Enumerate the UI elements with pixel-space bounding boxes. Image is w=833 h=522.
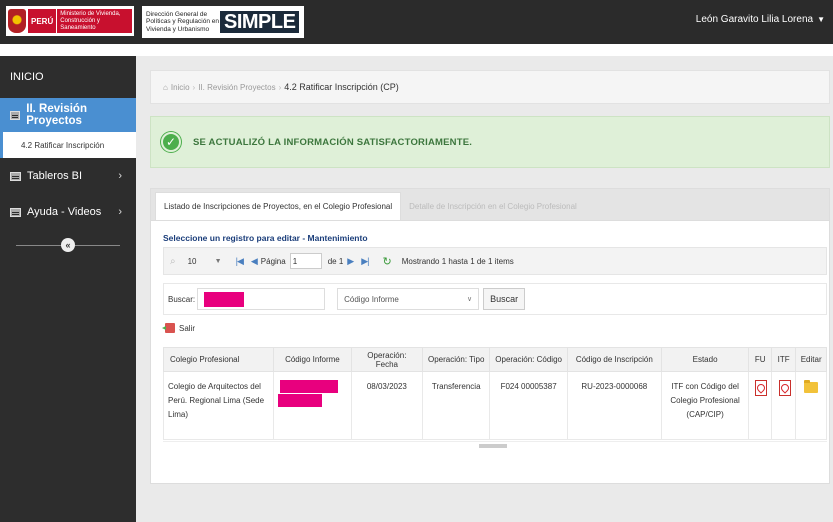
caret-down-icon: ▼ bbox=[817, 15, 825, 24]
exit-button[interactable]: Salir bbox=[162, 323, 196, 333]
column-header[interactable]: Código Informe bbox=[273, 347, 352, 372]
list-icon bbox=[10, 207, 21, 217]
main-content: ⌂ Inicio › II. Revisión Proyectos › 4.2 … bbox=[136, 56, 833, 522]
breadcrumb-separator: › bbox=[278, 82, 282, 92]
sidebar-item-label: Ayuda - Videos bbox=[27, 206, 102, 218]
breadcrumb-home[interactable]: Inicio bbox=[171, 83, 190, 92]
pdf-icon[interactable] bbox=[778, 380, 791, 396]
column-header[interactable]: Operación: Fecha bbox=[350, 347, 424, 372]
sidebar-item-inicio[interactable]: INICIO bbox=[0, 56, 136, 98]
page-size-select[interactable]: 10 ▼ bbox=[188, 257, 222, 266]
search-field-select[interactable]: Código Informe ∨ bbox=[337, 288, 480, 310]
sidebar-item-tableros-bi[interactable]: Tableros BI › bbox=[0, 158, 136, 194]
ministry-name: Ministerio de Vivienda, Construcción y S… bbox=[57, 9, 132, 33]
redaction-mark bbox=[204, 292, 245, 307]
table-header-row: Colegio Profesional Código Informe Opera… bbox=[162, 347, 827, 372]
exit-label: Salir bbox=[179, 323, 196, 333]
peru-label: PERÚ bbox=[28, 9, 57, 33]
cell-fu bbox=[748, 371, 772, 440]
app-name: SIMPLE bbox=[220, 11, 300, 33]
cell-op-codigo: F024 00005387 bbox=[489, 371, 568, 440]
cell-itf bbox=[770, 371, 797, 440]
redaction-mark bbox=[278, 394, 323, 407]
column-header[interactable]: ITF bbox=[770, 347, 797, 372]
chevron-right-icon: › bbox=[118, 170, 122, 182]
success-alert: ✓ SE ACTUALIZÓ LA INFORMACIÓN SATISFACTO… bbox=[150, 116, 830, 168]
sidebar-item-ayuda-videos[interactable]: Ayuda - Videos › bbox=[0, 194, 136, 230]
folder-icon[interactable] bbox=[804, 380, 819, 393]
coat-of-arms-icon bbox=[8, 9, 26, 33]
breadcrumb-current: 4.2 Ratificar Inscripción (CP) bbox=[284, 82, 399, 92]
chevron-down-icon: ∨ bbox=[467, 296, 473, 303]
page-label: Página bbox=[260, 256, 286, 266]
cell-tipo: Transferencia bbox=[422, 371, 491, 440]
refresh-icon[interactable]: ↻ bbox=[382, 255, 391, 268]
sidebar-collapse: « bbox=[0, 230, 136, 260]
column-header[interactable]: Editar bbox=[795, 347, 827, 372]
user-name: León Garavito Lilia Lorena bbox=[695, 14, 814, 25]
direction-name: Dirección General de Políticas y Regulac… bbox=[146, 10, 219, 33]
search-field-value: Código Informe bbox=[344, 294, 399, 304]
page-input[interactable]: 1 bbox=[289, 253, 322, 269]
check-icon: ✓ bbox=[161, 132, 181, 152]
cell-cod-inscripcion: RU-2023-0000068 bbox=[566, 371, 662, 440]
scrollbar-thumb[interactable] bbox=[479, 444, 507, 448]
column-header[interactable]: Colegio Profesional bbox=[162, 347, 275, 372]
first-page-icon[interactable]: |◀ bbox=[236, 256, 244, 267]
showing-text: Mostrando 1 hasta 1 de 1 items bbox=[401, 256, 514, 266]
list-icon bbox=[10, 171, 21, 181]
table-row[interactable]: Colegio de Arquitectos del Perú. Regiona… bbox=[162, 371, 827, 440]
breadcrumb-separator: › bbox=[192, 82, 196, 92]
records-table: Colegio Profesional Código Informe Opera… bbox=[162, 347, 827, 440]
column-header[interactable]: Operación: Tipo bbox=[422, 347, 491, 372]
column-header[interactable]: FU bbox=[748, 347, 772, 372]
top-bar: PERÚ Ministerio de Vivienda, Construcció… bbox=[0, 0, 833, 44]
collapse-sidebar-button[interactable]: « bbox=[61, 238, 75, 252]
tab-detalle[interactable]: Detalle de Inscripción en el Colegio Pro… bbox=[401, 192, 585, 220]
user-menu[interactable]: León Garavito Lilia Lorena ▼ bbox=[696, 14, 825, 25]
cell-estado: ITF con Código del Colegio Profesional (… bbox=[660, 371, 750, 440]
home-icon[interactable]: ⌂ bbox=[163, 83, 168, 92]
tab-bar: Listado de Inscripciones de Proyectos, e… bbox=[151, 189, 829, 221]
search-row: Buscar: Código Informe ∨ Buscar bbox=[163, 283, 827, 315]
prev-page-icon[interactable]: ◀ bbox=[251, 256, 258, 267]
tab-listado[interactable]: Listado de Inscripciones de Proyectos, e… bbox=[155, 192, 402, 220]
grid-title: Seleccione un registro para editar - Man… bbox=[163, 233, 368, 243]
breadcrumb: ⌂ Inicio › II. Revisión Proyectos › 4.2 … bbox=[150, 70, 830, 104]
list-panel: Listado de Inscripciones de Proyectos, e… bbox=[150, 188, 830, 484]
search-button[interactable]: Buscar bbox=[483, 288, 526, 310]
ministry-logo[interactable]: PERÚ Ministerio de Vivienda, Construcció… bbox=[6, 6, 134, 36]
sidebar: INICIO II. Revisión Proyectos 4.2 Ratifi… bbox=[0, 56, 136, 522]
cell-colegio: Colegio de Arquitectos del Perú. Regiona… bbox=[162, 371, 275, 440]
list-icon bbox=[10, 110, 21, 120]
page-of-label: de 1 bbox=[327, 256, 344, 266]
horizontal-scrollbar[interactable] bbox=[163, 441, 827, 449]
alert-message: SE ACTUALIZÓ LA INFORMACIÓN SATISFACTORI… bbox=[193, 136, 473, 148]
sidebar-subitem-ratificar[interactable]: 4.2 Ratificar Inscripción bbox=[0, 132, 136, 158]
page-size-value: 10 bbox=[187, 256, 197, 266]
chevron-down-icon: ▼ bbox=[214, 257, 222, 265]
column-header[interactable]: Operación: Código bbox=[489, 347, 568, 372]
cell-editar bbox=[795, 371, 827, 440]
cell-codigo-informe bbox=[273, 371, 352, 440]
chevron-right-icon: › bbox=[118, 206, 122, 218]
column-header[interactable]: Estado bbox=[660, 347, 750, 372]
sidebar-item-label: Tableros BI bbox=[27, 170, 83, 182]
search-input[interactable] bbox=[197, 288, 326, 310]
next-page-icon[interactable]: ▶ bbox=[347, 256, 354, 267]
search-label: Buscar: bbox=[168, 294, 196, 304]
breadcrumb-section[interactable]: II. Revisión Proyectos bbox=[198, 83, 275, 92]
redaction-mark bbox=[280, 380, 339, 393]
pdf-icon[interactable] bbox=[754, 380, 768, 396]
exit-icon bbox=[162, 323, 175, 333]
last-page-icon[interactable]: ▶| bbox=[361, 256, 369, 267]
grid-pager: ⌕ 10 ▼ |◀ ◀ Página 1 de 1 ▶ ▶| ↻ Mostran… bbox=[163, 247, 827, 275]
search-icon[interactable]: ⌕ bbox=[170, 256, 176, 267]
column-header[interactable]: Código de Inscripción bbox=[566, 347, 662, 372]
cell-fecha: 08/03/2023 bbox=[350, 371, 424, 440]
sidebar-item-label: II. Revisión Proyectos bbox=[26, 103, 87, 127]
sidebar-item-revision-proyectos[interactable]: II. Revisión Proyectos bbox=[0, 98, 136, 132]
app-logo[interactable]: Dirección General de Políticas y Regulac… bbox=[142, 6, 304, 38]
